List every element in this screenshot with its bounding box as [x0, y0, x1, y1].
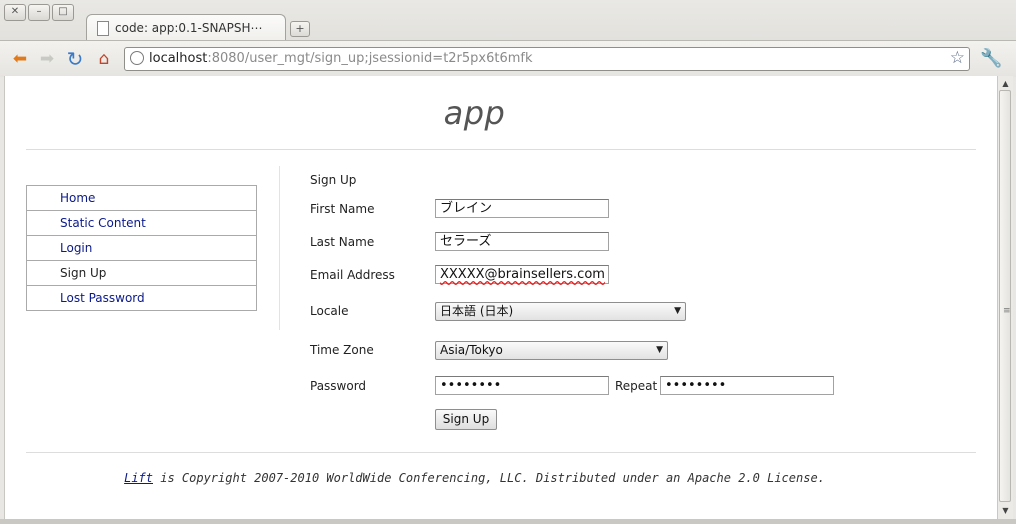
new-tab-button[interactable]: + — [290, 21, 310, 37]
sidebar-item-home[interactable]: Home — [27, 186, 256, 211]
page-title: app — [443, 94, 506, 132]
window-controls: ✕ – □ — [4, 4, 74, 21]
address-bar[interactable]: localhost:8080/user_mgt/sign_up;jsession… — [124, 47, 970, 71]
last-name-label: Last Name — [310, 235, 375, 249]
last-name-field[interactable]: セラーズ — [435, 232, 609, 251]
scroll-down-icon[interactable]: ▼ — [1000, 505, 1011, 516]
sidebar-item-static-content[interactable]: Static Content — [27, 211, 256, 236]
scroll-up-icon[interactable]: ▲ — [1000, 78, 1011, 89]
url-text[interactable]: localhost:8080/user_mgt/sign_up;jsession… — [149, 51, 533, 66]
tab-title: code: app:0.1-SNAPSH⋯ — [115, 21, 263, 35]
first-name-label: First Name — [310, 202, 375, 216]
dropdown-arrow-icon: ▼ — [674, 306, 681, 316]
repeat-password-field[interactable]: •••••••• — [660, 376, 834, 395]
sidebar-item-lost-password[interactable]: Lost Password — [27, 286, 256, 311]
sidebar-item-login[interactable]: Login — [27, 236, 256, 261]
locale-value: 日本語 (日本) — [440, 304, 514, 318]
email-field[interactable]: XXXXX@brainsellers.com — [435, 265, 609, 284]
maximize-window-button[interactable]: □ — [52, 4, 74, 21]
browser-toolbar: ⬅ ➡ ↻ ⌂ localhost:8080/user_mgt/sign_up;… — [0, 40, 1016, 77]
locale-label: Locale — [310, 304, 349, 318]
vertical-scrollbar[interactable]: ▲ ≡ ▼ — [997, 76, 1013, 519]
forward-arrow-icon[interactable]: ➡ — [37, 49, 57, 69]
footer-divider — [26, 452, 976, 453]
bookmark-star-icon[interactable]: ☆ — [950, 48, 965, 68]
form-heading: Sign Up — [310, 173, 357, 187]
dropdown-arrow-icon: ▼ — [656, 345, 663, 355]
lift-link[interactable]: Lift — [124, 471, 153, 485]
home-icon[interactable]: ⌂ — [94, 49, 114, 69]
globe-icon — [130, 51, 144, 65]
sidebar-menu: Home Static Content Login Sign Up Lost P… — [26, 185, 257, 311]
back-arrow-icon[interactable]: ⬅ — [10, 49, 30, 69]
repeat-label: Repeat — [615, 379, 658, 393]
first-name-field[interactable]: ブレイン — [435, 199, 609, 218]
header-divider — [26, 149, 976, 150]
page-viewport: app Home Static Content Login Sign Up Lo… — [4, 76, 998, 519]
wrench-icon[interactable]: 🔧 — [980, 48, 1002, 69]
password-field[interactable]: •••••••• — [435, 376, 609, 395]
timezone-select[interactable]: Asia/Tokyo ▼ — [435, 341, 668, 360]
scrollbar-thumb[interactable]: ≡ — [999, 90, 1011, 502]
url-path: :8080/user_mgt/sign_up;jsessionid=t2r5px… — [207, 51, 533, 66]
minimize-window-button[interactable]: – — [28, 4, 50, 21]
url-host: localhost — [149, 51, 208, 66]
grip-icon: ≡ — [1003, 306, 1011, 316]
reload-icon[interactable]: ↻ — [65, 49, 85, 69]
locale-select[interactable]: 日本語 (日本) ▼ — [435, 302, 686, 321]
timezone-value: Asia/Tokyo — [440, 343, 503, 357]
page-icon — [97, 21, 109, 36]
password-label: Password — [310, 379, 367, 393]
browser-chrome: ✕ – □ code: app:0.1-SNAPSH⋯ + ⬅ ➡ ↻ ⌂ lo… — [0, 0, 1016, 77]
column-divider — [279, 166, 280, 330]
timezone-label: Time Zone — [310, 343, 374, 357]
email-value: XXXXX@brainsellers.com — [440, 267, 605, 282]
footer: Lift is Copyright 2007-2010 WorldWide Co… — [5, 471, 944, 485]
footer-text: is Copyright 2007-2010 WorldWide Confere… — [153, 471, 825, 485]
close-window-button[interactable]: ✕ — [4, 4, 26, 21]
browser-tab[interactable]: code: app:0.1-SNAPSH⋯ — [86, 14, 286, 41]
email-label: Email Address — [310, 268, 395, 282]
sign-up-button[interactable]: Sign Up — [435, 409, 497, 430]
window-bottom-edge — [0, 519, 1016, 524]
sidebar-item-sign-up: Sign Up — [27, 261, 256, 286]
